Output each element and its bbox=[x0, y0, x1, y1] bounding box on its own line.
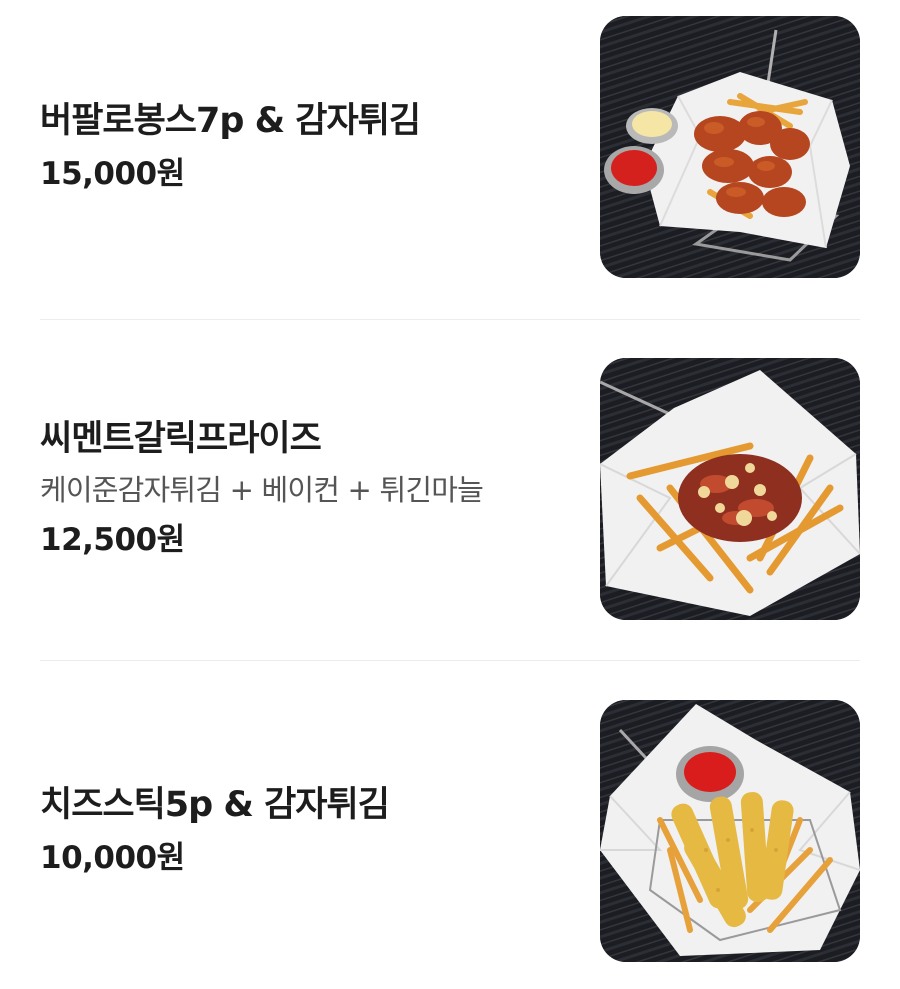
menu-item-name: 버팔로봉스7p & 감자튀김 bbox=[40, 100, 421, 141]
menu-item-name: 씨멘트갈릭프라이즈 bbox=[40, 419, 322, 460]
menu-item[interactable]: 버팔로봉스7p & 감자튀김 15,000원 bbox=[40, 16, 860, 278]
divider bbox=[40, 660, 860, 661]
menu-list: 버팔로봉스7p & 감자튀김 15,000원 씨멘트갈릭프라이즈 케이준감자튀김… bbox=[0, 0, 900, 989]
menu-item[interactable]: 치즈스틱5p & 감자튀김 10,000원 bbox=[40, 700, 860, 962]
menu-item-description: 케이준감자튀김 + 베이컨 + 튀긴마늘 bbox=[40, 472, 484, 507]
menu-item-name: 치즈스틱5p & 감자튀김 bbox=[40, 784, 390, 825]
menu-item-text: 치즈스틱5p & 감자튀김 10,000원 bbox=[40, 700, 560, 962]
cheese-sticks-photo[interactable] bbox=[600, 700, 860, 962]
divider bbox=[40, 319, 860, 320]
menu-item-price: 12,500원 bbox=[40, 521, 185, 558]
menu-item-price: 15,000원 bbox=[40, 155, 185, 192]
garlic-fries-photo[interactable] bbox=[600, 358, 860, 620]
menu-item-text: 씨멘트갈릭프라이즈 케이준감자튀김 + 베이컨 + 튀긴마늘 12,500원 bbox=[40, 358, 560, 620]
menu-item-price: 10,000원 bbox=[40, 839, 185, 876]
menu-item[interactable]: 씨멘트갈릭프라이즈 케이준감자튀김 + 베이컨 + 튀긴마늘 12,500원 bbox=[40, 358, 860, 620]
menu-item-text: 버팔로봉스7p & 감자튀김 15,000원 bbox=[40, 16, 560, 278]
buffalo-wings-photo[interactable] bbox=[600, 16, 860, 278]
